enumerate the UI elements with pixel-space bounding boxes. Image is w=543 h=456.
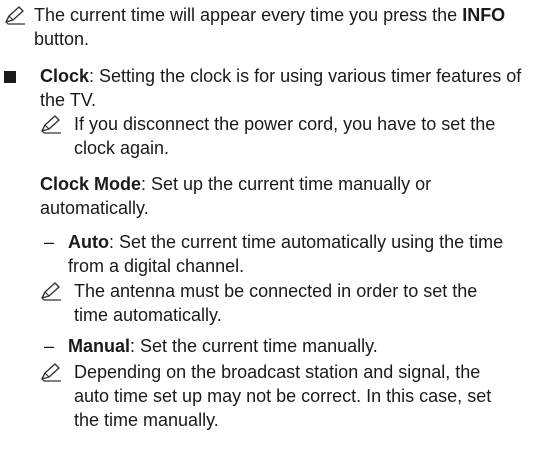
note-text: The current time will appear every time … <box>4 3 524 51</box>
note-power-cord: If you disconnect the power cord, you ha… <box>40 112 535 160</box>
pencil-note-icon <box>41 282 61 301</box>
pencil-note-icon <box>5 6 25 25</box>
auto-description: : Set the current time automatically usi… <box>68 232 504 276</box>
clock-term: Clock <box>40 66 90 86</box>
dash-marker: – <box>44 336 55 356</box>
auto-option: – Auto: Set the current time automatical… <box>44 230 524 278</box>
note-text-after: button. <box>34 29 90 49</box>
auto-term: Auto <box>68 232 109 252</box>
note-info-time: The current time will appear every time … <box>4 3 524 51</box>
auto-option-text: Auto: Set the current time automatically… <box>44 230 524 278</box>
manual-term: Manual <box>68 336 131 356</box>
square-bullet-icon <box>4 71 16 83</box>
dash-marker: – <box>44 232 55 252</box>
clock-description: : Setting the clock is for using various… <box>40 66 522 110</box>
note-broadcast-text: Depending on the broadcast station and s… <box>74 362 492 430</box>
manual-description: : Set the current time manually. <box>130 336 378 356</box>
note-antenna: The antenna must be connected in order t… <box>40 279 510 327</box>
clock-item-text: Clock: Setting the clock is for using va… <box>4 64 524 112</box>
manual-option: – Manual: Set the current time manually. <box>44 334 524 358</box>
info-button-label: INFO <box>462 5 506 25</box>
clock-mode-item: Clock Mode: Set up the current time manu… <box>40 172 510 220</box>
note-antenna-text: The antenna must be connected in order t… <box>74 281 478 325</box>
manual-option-text: Manual: Set the current time manually. <box>44 334 524 358</box>
clock-mode-term: Clock Mode <box>40 174 142 194</box>
pencil-note-icon <box>41 363 61 382</box>
note-text-before: The current time will appear every time … <box>34 5 463 25</box>
clock-item: Clock: Setting the clock is for using va… <box>4 64 524 112</box>
pencil-note-icon <box>41 115 61 134</box>
note-power-cord-text: If you disconnect the power cord, you ha… <box>74 114 496 158</box>
note-broadcast: Depending on the broadcast station and s… <box>40 360 515 432</box>
